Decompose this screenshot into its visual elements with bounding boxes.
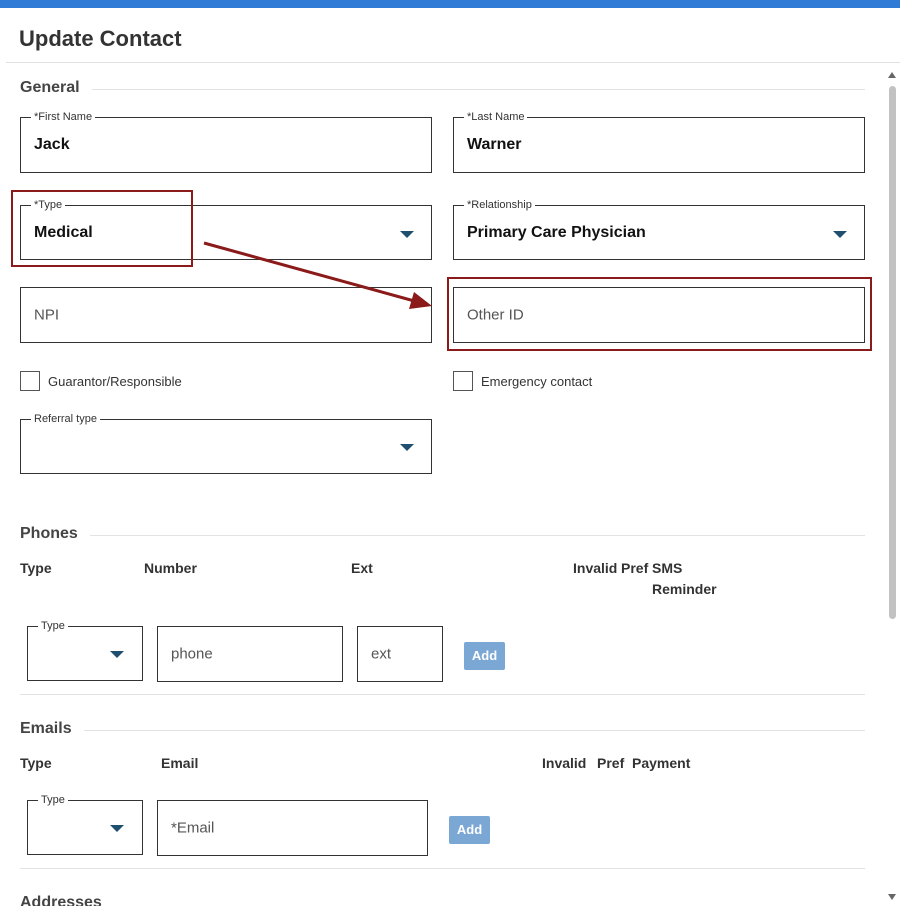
npi-placeholder: NPI: [34, 306, 60, 324]
dialog-title: Update Contact: [19, 26, 182, 51]
phones-col-sms: SMS: [652, 560, 683, 576]
phone-placeholder: phone: [171, 645, 213, 663]
last-name-value: Warner: [467, 136, 522, 153]
referral-type-select[interactable]: Referral type: [20, 412, 432, 474]
emails-col-email: Email: [161, 755, 199, 771]
emergency-contact-checkbox[interactable]: [453, 371, 473, 391]
scrollbar-thumb[interactable]: [889, 86, 896, 619]
guarantor-checkbox[interactable]: [20, 371, 40, 391]
chevron-down-icon: [400, 444, 414, 451]
title-divider: [6, 62, 900, 63]
emergency-contact-label: Emergency contact: [481, 374, 593, 389]
first-name-label: *First Name: [31, 110, 96, 124]
phone-input[interactable]: phone: [157, 626, 343, 682]
last-name-label: *Last Name: [464, 110, 528, 124]
last-name-field[interactable]: *Last Name Warner: [453, 110, 865, 173]
phones-divider: [20, 535, 865, 536]
emails-col-pref: Pref: [597, 755, 625, 771]
phone-ext-input[interactable]: ext: [357, 626, 443, 682]
phone-type-select[interactable]: Type: [27, 619, 143, 681]
add-email-button[interactable]: Add: [449, 816, 490, 844]
annotation-highlight-other-id: [447, 277, 872, 351]
general-divider: [20, 89, 865, 90]
guarantor-label: Guarantor/Responsible: [48, 374, 182, 389]
phones-col-type: Type: [20, 560, 52, 576]
scroll-down-arrow-icon[interactable]: [888, 894, 896, 900]
email-type-select[interactable]: Type: [27, 793, 143, 855]
general-heading: General: [20, 79, 92, 97]
email-placeholder: *Email: [171, 819, 215, 837]
phones-col-invalid: Invalid: [573, 560, 618, 576]
phones-bottom-divider: [20, 694, 865, 695]
chevron-down-icon: [400, 231, 414, 238]
add-phone-button[interactable]: Add: [464, 642, 505, 670]
phones-heading: Phones: [20, 525, 90, 543]
emails-col-type: Type: [20, 755, 52, 771]
addresses-heading: Addresses: [20, 894, 114, 906]
chevron-down-icon: [833, 231, 847, 238]
relationship-select[interactable]: *Relationship Primary Care Physician: [453, 198, 865, 260]
email-type-label: Type: [38, 793, 68, 807]
relationship-label: *Relationship: [464, 198, 535, 212]
emails-bottom-divider: [20, 868, 865, 869]
chevron-down-icon: [110, 825, 124, 832]
first-name-value: Jack: [34, 136, 70, 153]
emails-divider: [20, 730, 865, 731]
phones-col-reminder: Reminder: [652, 581, 717, 597]
emails-col-payment: Payment: [632, 755, 691, 771]
phones-col-number: Number: [144, 560, 197, 576]
ext-placeholder: ext: [371, 645, 392, 663]
first-name-field[interactable]: *First Name Jack: [20, 110, 432, 173]
referral-type-label: Referral type: [31, 412, 100, 426]
scroll-up-arrow-icon[interactable]: [888, 72, 896, 78]
email-input[interactable]: *Email: [157, 800, 428, 856]
emails-heading: Emails: [20, 720, 84, 738]
emails-col-invalid: Invalid: [542, 755, 587, 771]
phones-col-pref: Pref: [621, 560, 649, 576]
chevron-down-icon: [110, 651, 124, 658]
npi-input[interactable]: NPI: [20, 287, 432, 343]
relationship-value: Primary Care Physician: [467, 223, 646, 241]
annotation-highlight-type: [11, 190, 193, 267]
phones-col-ext: Ext: [351, 560, 373, 576]
phone-type-label: Type: [38, 619, 68, 633]
top-accent-bar: [0, 0, 900, 8]
